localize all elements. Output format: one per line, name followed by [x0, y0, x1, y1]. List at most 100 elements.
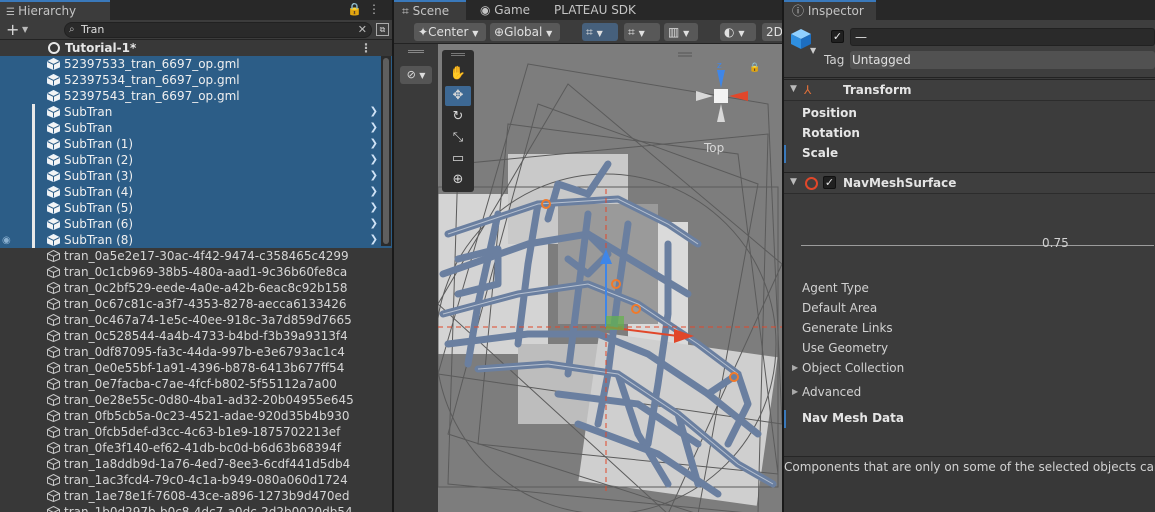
- toggle-2d-button[interactable]: 2D: [762, 23, 782, 41]
- kebab-menu-icon[interactable]: ⋮: [368, 2, 386, 16]
- hierarchy-tab[interactable]: ☰ Hierarchy: [0, 0, 110, 20]
- hierarchy-item[interactable]: tran_0c467a74-1e5c-40ee-918c-3a7d859d766…: [0, 312, 392, 328]
- hierarchy-item[interactable]: SubTran (5) ❯: [0, 200, 392, 216]
- orientation-gizmo[interactable]: z 🔒: [696, 61, 760, 122]
- hierarchy-item[interactable]: tran_0c1cb969-38b5-480a-aad1-9c36b60fe8c…: [0, 264, 392, 280]
- navmesh-component-header[interactable]: ▼ ✓ NavMeshSurface: [784, 172, 1155, 194]
- scrollbar-thumb[interactable]: [383, 58, 389, 244]
- gameobject-cube-icon: [47, 74, 60, 86]
- chevron-right-icon[interactable]: ❯: [370, 216, 378, 232]
- hierarchy-item[interactable]: tran_0c67c81c-a3f7-4353-8278-aecca613342…: [0, 296, 392, 312]
- hierarchy-item[interactable]: SubTran (1) ❯: [0, 136, 392, 152]
- hierarchy-item[interactable]: tran_1b0d297b-b0c8-4dc7-a0dc-2d2b0020db5…: [0, 504, 392, 512]
- tab-plateau-sdk[interactable]: PLATEAU SDK: [554, 0, 636, 20]
- hierarchy-item[interactable]: tran_0c528544-4a4b-4733-b4bd-f3b39a9313f…: [0, 328, 392, 344]
- hierarchy-item[interactable]: 52397534_tran_6697_op.gml: [0, 72, 392, 88]
- hierarchy-item[interactable]: tran_0df87095-fa3c-44da-997b-e3e6793ac1c…: [0, 344, 392, 360]
- lock-icon[interactable]: 🔒: [749, 62, 760, 73]
- hierarchy-item[interactable]: tran_0a5e2e17-30ac-4f42-9474-c358465c429…: [0, 248, 392, 264]
- space-dropdown[interactable]: ⊕Global ▼: [490, 23, 560, 41]
- hierarchy-item[interactable]: tran_1a8ddb9d-1a76-4ed7-8ee3-6cdf441d5db…: [0, 456, 392, 472]
- scene-menu-icon[interactable]: ⋮: [360, 40, 372, 56]
- hierarchy-item[interactable]: SubTran (6) ❯: [0, 216, 392, 232]
- hierarchy-item[interactable]: SubTran ❯: [0, 104, 392, 120]
- move-tool-button[interactable]: ✥: [445, 86, 471, 106]
- mode-2d-label: 2D: [766, 25, 782, 39]
- gizmo-z-cone[interactable]: [717, 70, 725, 88]
- shading-mode-dropdown[interactable]: ◐ ▼: [720, 23, 756, 41]
- lock-icon[interactable]: 🔒: [347, 2, 368, 16]
- chevron-right-icon[interactable]: ❯: [370, 136, 378, 152]
- active-checkbox[interactable]: ✓: [831, 30, 844, 43]
- chevron-right-icon[interactable]: ❯: [370, 104, 378, 120]
- transform-tool-button[interactable]: ⊕: [445, 170, 471, 190]
- chevron-right-icon[interactable]: ❯: [370, 152, 378, 168]
- pivot-dropdown[interactable]: ✦Center ▼: [414, 23, 486, 41]
- visibility-eye-icon[interactable]: ◉: [2, 233, 11, 249]
- hand-tool-button[interactable]: ✋: [445, 64, 471, 84]
- hierarchy-item-label: SubTran: [64, 105, 113, 119]
- increment-snap-toggle[interactable]: ⌗ ▼: [624, 23, 660, 41]
- gizmo-neg-z-cone[interactable]: [717, 104, 725, 122]
- hierarchy-item[interactable]: tran_0e0e55bf-1a91-4396-b878-6413b677ff5…: [0, 360, 392, 376]
- hierarchy-item-label: tran_0fb5cb5a-0c23-4521-adae-920d35b4b93…: [64, 409, 350, 423]
- move-plane-handle[interactable]: [606, 316, 624, 330]
- hierarchy-item[interactable]: tran_0e7facba-c7ae-4fcf-b802-5f55112a7a0…: [0, 376, 392, 392]
- add-object-button[interactable]: +: [6, 20, 19, 39]
- hierarchy-item[interactable]: 52397543_tran_6697_op.gml: [0, 88, 392, 104]
- foldout-arrow-icon[interactable]: ▶: [792, 387, 798, 396]
- advanced-foldout[interactable]: Advanced: [802, 385, 861, 399]
- hierarchy-item[interactable]: 52397533_tran_6697_op.gml: [0, 56, 392, 72]
- hierarchy-item[interactable]: tran_0fb5cb5a-0c23-4521-adae-920d35b4b93…: [0, 408, 392, 424]
- clear-search-icon[interactable]: ✕: [358, 23, 367, 37]
- tab-scene[interactable]: ⌗ Scene: [394, 0, 466, 20]
- hierarchy-item[interactable]: SubTran (3) ❯: [0, 168, 392, 184]
- chevron-down-icon[interactable]: ▼: [22, 25, 28, 34]
- navmesh-enabled-checkbox[interactable]: ✓: [823, 176, 836, 189]
- grid-snap-toggle[interactable]: ⌗ ▼: [582, 23, 618, 41]
- tag-dropdown[interactable]: Untagged: [850, 51, 1155, 69]
- hierarchy-search-input[interactable]: ⌕ Tran ✕: [64, 22, 372, 38]
- foldout-arrow-icon[interactable]: ▼: [790, 177, 797, 187]
- chevron-right-icon[interactable]: ❯: [370, 120, 378, 136]
- ruler-toggle[interactable]: ▥ ▼: [664, 23, 698, 41]
- object-name-field[interactable]: —: [850, 28, 1155, 46]
- hierarchy-item[interactable]: tran_0e28e55c-0d80-4ba1-ad32-20b04955e64…: [0, 392, 392, 408]
- hierarchy-item[interactable]: tran_1ae78e1f-7608-43ce-a896-1273b9d470e…: [0, 488, 392, 504]
- rect-tool-button[interactable]: ▭: [445, 149, 471, 169]
- hierarchy-item[interactable]: ◉ SubTran (8) ❯: [0, 232, 392, 248]
- drag-handle-icon[interactable]: [408, 50, 424, 53]
- hierarchy-item-label: SubTran (6): [64, 217, 134, 231]
- gizmo-center-cube[interactable]: [714, 89, 728, 103]
- foldout-arrow-icon[interactable]: ▼: [790, 84, 797, 94]
- view-options-dropdown[interactable]: ⊘ ▼: [400, 66, 432, 84]
- hierarchy-item[interactable]: tran_0fe3f140-ef62-41db-bc0d-b6d63b68394…: [0, 440, 392, 456]
- scene-map-render[interactable]: z 🔒 Top: [438, 44, 782, 512]
- transform-component-header[interactable]: ▼ ⅄ Transform: [784, 79, 1155, 101]
- hierarchy-item[interactable]: tran_0fcb5def-d3cc-4c63-b1e9-1875702213e…: [0, 424, 392, 440]
- hierarchy-scrollbar[interactable]: [381, 56, 391, 246]
- gizmo-neg-x-cone[interactable]: [696, 91, 713, 101]
- scale-tool-button[interactable]: ⤡: [445, 128, 471, 148]
- object-collection-foldout[interactable]: Object Collection: [802, 361, 904, 375]
- rotate-tool-button[interactable]: ↻: [445, 107, 471, 127]
- chevron-right-icon[interactable]: ❯: [370, 168, 378, 184]
- scene-root-row[interactable]: Tutorial-1* ⋮: [0, 40, 392, 56]
- hierarchy-item[interactable]: tran_0c2bf529-eede-4a0e-a42b-6eac8c92b15…: [0, 280, 392, 296]
- foldout-arrow-icon[interactable]: ▶: [792, 363, 798, 372]
- tab-game[interactable]: ◉ Game: [480, 0, 530, 20]
- hierarchy-item[interactable]: SubTran (2) ❯: [0, 152, 392, 168]
- hierarchy-item[interactable]: SubTran ❯: [0, 120, 392, 136]
- hierarchy-tab-menu-icons[interactable]: 🔒⋮: [347, 2, 386, 16]
- hierarchy-item[interactable]: SubTran (4) ❯: [0, 184, 392, 200]
- chevron-right-icon[interactable]: ❯: [370, 232, 378, 248]
- drag-handle-icon[interactable]: [451, 53, 465, 56]
- hierarchy-item[interactable]: tran_1ac3fcd4-79c0-4c1a-b949-080a060d172…: [0, 472, 392, 488]
- scene-viewport[interactable]: z 🔒 Top: [438, 44, 782, 512]
- chevron-right-icon[interactable]: ❯: [370, 200, 378, 216]
- chevron-right-icon[interactable]: ❯: [370, 184, 378, 200]
- slider-track[interactable]: [801, 245, 1154, 246]
- inspector-tab[interactable]: ⓘ Inspector: [784, 0, 876, 20]
- chevron-down-icon[interactable]: ▼: [810, 46, 816, 55]
- search-options-icon[interactable]: ⧉: [376, 23, 389, 36]
